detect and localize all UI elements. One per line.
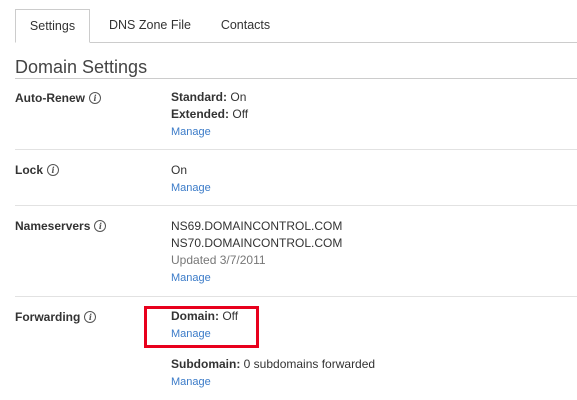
info-icon[interactable]: i <box>47 164 60 176</box>
standard-value: On <box>230 90 247 104</box>
subdomain-key: Subdomain: <box>171 357 241 371</box>
tab-dns-zone-file[interactable]: DNS Zone File <box>100 9 200 43</box>
subdomain-value: 0 subdomains forwarded <box>243 357 376 371</box>
forwarding-label: Forwarding <box>15 310 81 324</box>
lock-manage-link[interactable]: Manage <box>171 182 211 194</box>
auto-renew-label: Auto-Renew <box>15 91 85 105</box>
lock-manage-wrap: Manage <box>171 179 211 195</box>
auto-renew-extended: Extended: Off <box>171 106 248 122</box>
row-divider <box>15 296 577 297</box>
forwarding-subdomain: Subdomain: 0 subdomains forwarded <box>171 356 375 372</box>
info-icon[interactable]: i <box>89 92 101 104</box>
extended-value: Off <box>232 107 249 121</box>
nameservers-updated: Updated 3/7/2011 <box>171 253 266 267</box>
lock-label: Lock <box>15 163 44 177</box>
auto-renew-manage-link[interactable]: Manage <box>171 126 211 138</box>
info-icon[interactable]: i <box>84 311 97 323</box>
info-icon[interactable]: i <box>94 220 107 232</box>
extended-key: Extended: <box>171 107 230 121</box>
auto-renew-manage-wrap: Manage <box>171 123 211 139</box>
row-divider <box>15 149 577 150</box>
subdomain-forwarding-manage-link[interactable]: Manage <box>171 376 211 388</box>
row-divider <box>15 205 577 206</box>
highlight-box <box>144 306 259 348</box>
nameservers-label: Nameservers <box>15 219 91 233</box>
section-title: Domain Settings <box>15 57 148 77</box>
nameserver-1: NS69.DOMAINCONTROL.COM <box>171 219 343 233</box>
standard-key: Standard: <box>171 90 228 104</box>
forwarding-label-group: Forwarding i <box>15 309 97 325</box>
auto-renew-standard: Standard: On <box>171 89 246 105</box>
lock-label-group: Lock i <box>15 162 60 178</box>
nameservers-label-group: Nameservers i <box>15 218 107 234</box>
forwarding-subdomain-manage-wrap: Manage <box>171 373 211 389</box>
lock-value: On <box>171 163 188 177</box>
nameserver-2: NS70.DOMAINCONTROL.COM <box>171 236 343 250</box>
tab-bar: Settings DNS Zone File Contacts <box>0 0 577 43</box>
auto-renew-label-group: Auto-Renew i <box>15 90 101 106</box>
section-title-divider <box>15 78 577 79</box>
tab-contacts[interactable]: Contacts <box>208 9 283 43</box>
tab-settings[interactable]: Settings <box>15 9 90 43</box>
nameservers-manage-wrap: Manage <box>171 269 211 285</box>
nameservers-manage-link[interactable]: Manage <box>171 272 211 284</box>
